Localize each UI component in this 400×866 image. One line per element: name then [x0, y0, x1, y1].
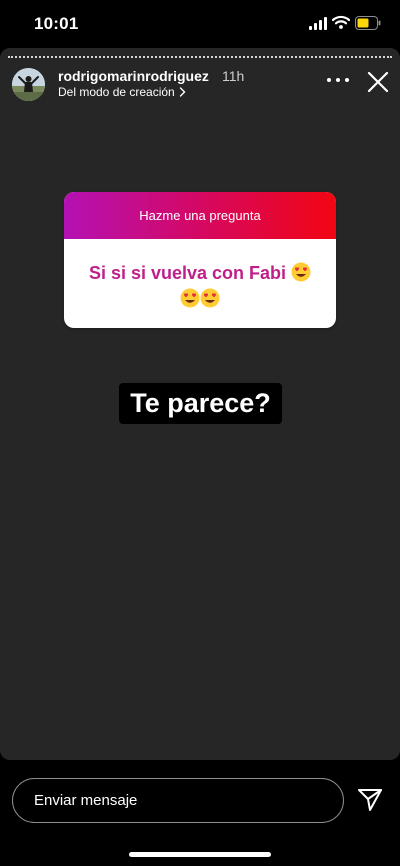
story-subtitle-link[interactable]: Del modo de creación: [58, 85, 186, 99]
story-caption: Te parece?: [119, 383, 282, 424]
chevron-right-icon: [179, 87, 186, 97]
story-timestamp: 11h: [222, 68, 245, 84]
more-icon[interactable]: [326, 76, 350, 84]
wifi-icon: [332, 15, 350, 29]
question-sticker: Hazme una pregunta Si si si vuelva con F…: [64, 192, 336, 328]
heart-eyes-emoji-icon: [291, 262, 311, 282]
battery-icon: [355, 16, 381, 30]
question-sticker-body: Si si si vuelva con Fabi: [64, 239, 336, 312]
question-sticker-header: Hazme una pregunta: [64, 192, 336, 239]
cellular-signal-icon: [309, 17, 327, 30]
caption-text: Te parece?: [130, 388, 271, 418]
status-time: 10:01: [34, 14, 79, 33]
question-answer-text: Si si si vuelva con Fabi: [88, 263, 287, 283]
heart-eyes-emoji-icon: [200, 288, 220, 308]
story-username[interactable]: rodrigomarinrodriguez: [58, 68, 209, 84]
story-subtitle-text: Del modo de creación: [58, 85, 175, 99]
close-icon[interactable]: [367, 71, 389, 93]
question-answer: Si si si vuelva con Fabi: [74, 260, 326, 312]
reply-message-input[interactable]: Enviar mensaje: [12, 778, 344, 823]
story-card[interactable]: rodrigomarinrodriguez 11h Del modo de cr…: [0, 48, 400, 760]
heart-eyes-emoji-icon: [180, 288, 200, 308]
avatar[interactable]: [12, 68, 45, 101]
home-indicator[interactable]: [129, 852, 271, 857]
question-prompt: Hazme una pregunta: [139, 208, 261, 223]
send-icon[interactable]: [357, 787, 383, 813]
story-progress-bar: [8, 56, 392, 58]
status-bar: 10:01: [0, 0, 400, 48]
reply-placeholder: Enviar mensaje: [34, 792, 138, 809]
